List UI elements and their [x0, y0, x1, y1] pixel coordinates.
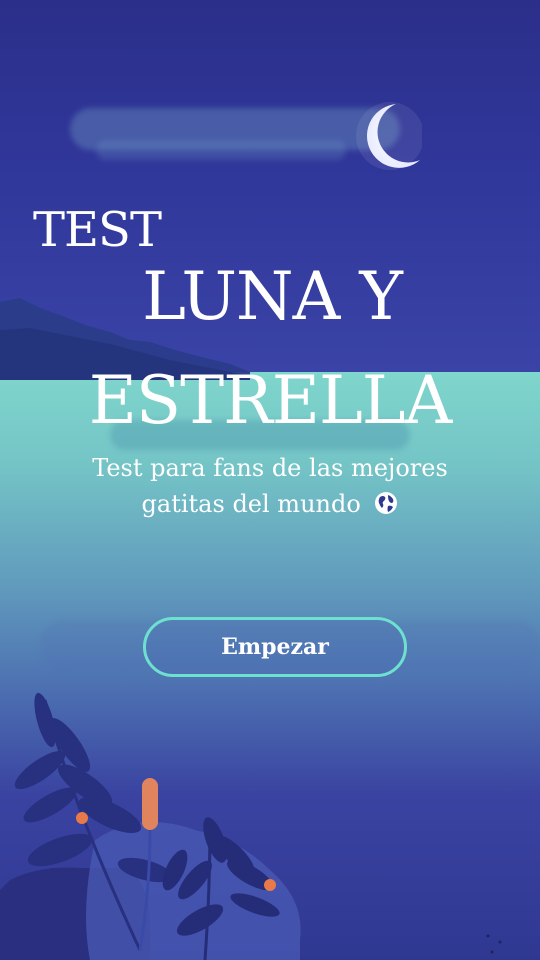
cloud-top-2	[96, 140, 346, 160]
moon-icon	[356, 102, 422, 170]
start-button[interactable]: Empezar	[143, 617, 407, 677]
subtitle-line-1: Test para fans de las mejores	[92, 454, 448, 482]
foliage-illustration	[0, 692, 502, 960]
subtitle-line-2: gatitas del mundo	[0, 486, 540, 522]
title-prefix: TEST	[33, 202, 162, 258]
title-line-2: ESTRELLA	[88, 362, 453, 439]
globe-icon	[375, 492, 398, 514]
title-line-1: LUNA Y	[142, 258, 403, 335]
subtitle-line-2-text: gatitas del mundo	[141, 490, 361, 518]
subtitle: Test para fans de las mejores gatitas de…	[0, 450, 540, 522]
